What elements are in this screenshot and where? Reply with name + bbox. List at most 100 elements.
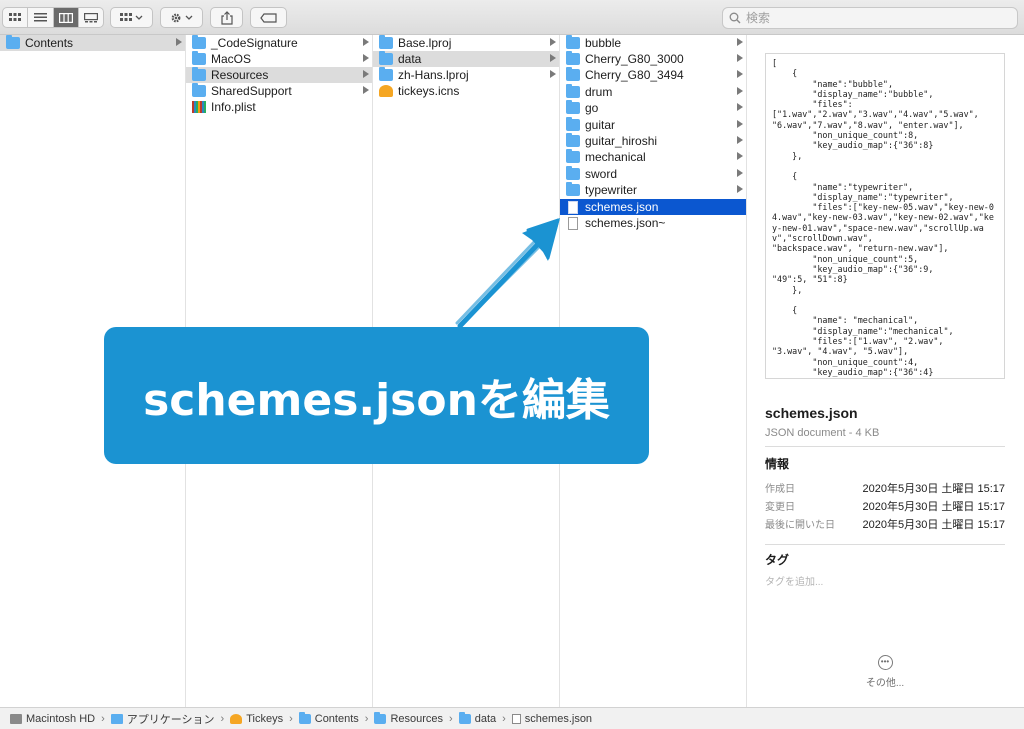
path-item-contents[interactable]: Contents [298, 711, 359, 725]
more-label: その他... [865, 678, 905, 689]
item-label: Cherry_G80_3494 [585, 68, 684, 82]
path-item-data[interactable]: data [458, 711, 496, 725]
folder-icon [374, 711, 387, 724]
folder-icon [298, 711, 311, 724]
search-field[interactable] [722, 7, 1018, 29]
chevron-right-icon [737, 54, 743, 62]
tags-button[interactable] [250, 7, 287, 28]
folder-icon [192, 35, 206, 49]
item-label: bubble [585, 36, 622, 50]
chevron-right-icon [737, 87, 743, 95]
preview-file-kind: JSON document - 4 KB [765, 427, 880, 439]
info-row-modified: 変更日 2020年5月30日 土曜日 15:17 [765, 498, 1005, 514]
annotation-banner-text: schemes.jsonを編集 [143, 374, 610, 426]
column-item-sharedsupport[interactable]: SharedSupport [186, 83, 372, 99]
item-label: Info.plist [211, 100, 256, 114]
path-item-tickeys[interactable]: Tickeys [230, 713, 283, 725]
plist-file-icon [192, 101, 206, 113]
hard-drive-icon [10, 713, 22, 724]
column-item-drum[interactable]: drum [560, 84, 746, 100]
share-icon [220, 10, 233, 25]
path-item-resources[interactable]: Resources [374, 711, 444, 725]
path-item-applications[interactable]: アプリケーション [110, 711, 215, 727]
action-menu-button[interactable] [160, 7, 203, 28]
column-item-go[interactable]: go [560, 100, 746, 116]
item-label: schemes.json~ [585, 216, 666, 230]
gear-icon [171, 13, 192, 22]
column-item-cherry-g80-3000[interactable]: Cherry_G80_3000 [560, 51, 746, 67]
chevron-right-icon [737, 38, 743, 46]
item-label: tickeys.icns [398, 84, 460, 98]
column-item-cherry-g80-3494[interactable]: Cherry_G80_3494 [560, 67, 746, 83]
path-item-macintosh-hd[interactable]: Macintosh HD [10, 713, 95, 725]
item-label: guitar_hiroshi [585, 134, 658, 148]
folder-icon [566, 166, 580, 180]
column-item-tickeys-icns[interactable]: tickeys.icns [373, 83, 559, 99]
column-item-bubble[interactable]: bubble [560, 35, 746, 51]
chevron-right-icon [737, 120, 743, 128]
share-button[interactable] [210, 7, 243, 28]
view-mode-segmented-control[interactable] [2, 7, 104, 28]
icon-view-icon [9, 13, 22, 21]
folder-icon [566, 100, 580, 114]
chevron-right-icon [737, 70, 743, 78]
chevron-right-icon [176, 38, 182, 46]
column-item-mechanical[interactable]: mechanical [560, 149, 746, 165]
path-label: Macintosh HD [26, 712, 96, 725]
annotation-banner: schemes.jsonを編集 [104, 327, 649, 464]
app-icon-file-icon [379, 85, 393, 97]
item-label: data [398, 52, 422, 66]
chevron-right-icon [363, 38, 369, 46]
gallery-view-button[interactable] [79, 8, 103, 27]
group-by-button[interactable] [110, 7, 153, 28]
column-item-info-plist[interactable]: Info.plist [186, 99, 372, 115]
item-label: Base.lproj [398, 36, 452, 50]
item-label: SharedSupport [211, 84, 292, 98]
path-separator-icon: › [220, 712, 225, 725]
path-label: アプリケーション [126, 713, 215, 726]
search-input[interactable] [746, 11, 996, 25]
folder-icon [566, 67, 580, 81]
info-value: 2020年5月30日 土曜日 15:17 [862, 519, 1005, 531]
chevron-right-icon [363, 70, 369, 78]
column-item-schemes-json[interactable]: schemes.json [560, 199, 746, 215]
column-item-schemes-json-backup[interactable]: schemes.json~ [560, 215, 746, 231]
path-label: Tickeys [246, 712, 284, 725]
folder-icon [192, 51, 206, 65]
divider [765, 446, 1005, 447]
item-label: MacOS [211, 52, 252, 66]
add-tags-field[interactable]: タグを追加... [765, 573, 823, 588]
folder-icon [192, 83, 206, 97]
column-item-typewriter[interactable]: typewriter [560, 182, 746, 198]
list-view-button[interactable] [28, 8, 54, 27]
column-item-sword[interactable]: sword [560, 166, 746, 182]
column-item-codesignature[interactable]: _CodeSignature [186, 35, 372, 51]
item-label: drum [585, 85, 613, 99]
json-file-icon [511, 713, 521, 724]
column-item-guitar-hiroshi[interactable]: guitar_hiroshi [560, 133, 746, 149]
column-item-zh-hans-lproj[interactable]: zh-Hans.lproj [373, 67, 559, 83]
column-view-icon [58, 12, 73, 23]
column-item-resources[interactable]: Resources [186, 67, 372, 83]
column-item-guitar[interactable]: guitar [560, 117, 746, 133]
column-item-base-lproj[interactable]: Base.lproj [373, 35, 559, 51]
column-item-data[interactable]: data [373, 51, 559, 67]
json-preview-text: [ { "name":"bubble", "display_name":"bub… [772, 58, 994, 378]
chevron-right-icon [737, 103, 743, 111]
chevron-right-icon [737, 152, 743, 160]
column-item-macos[interactable]: MacOS [186, 51, 372, 67]
path-label: Resources [390, 712, 444, 725]
column-view-button[interactable] [53, 8, 79, 27]
folder-icon [458, 711, 471, 724]
item-label: Cherry_G80_3000 [585, 52, 684, 66]
more-button[interactable]: ••• その他... [861, 655, 909, 689]
item-label: schemes.json [585, 200, 659, 214]
path-item-schemes-json[interactable]: schemes.json [511, 713, 592, 725]
column-item-contents[interactable]: Contents [0, 35, 185, 51]
folder-icon [566, 84, 580, 98]
chevron-right-icon [737, 169, 743, 177]
icon-view-button[interactable] [3, 8, 29, 27]
tag-icon [259, 12, 277, 23]
item-label: sword [585, 167, 618, 181]
info-value: 2020年5月30日 土曜日 15:17 [862, 483, 1005, 495]
